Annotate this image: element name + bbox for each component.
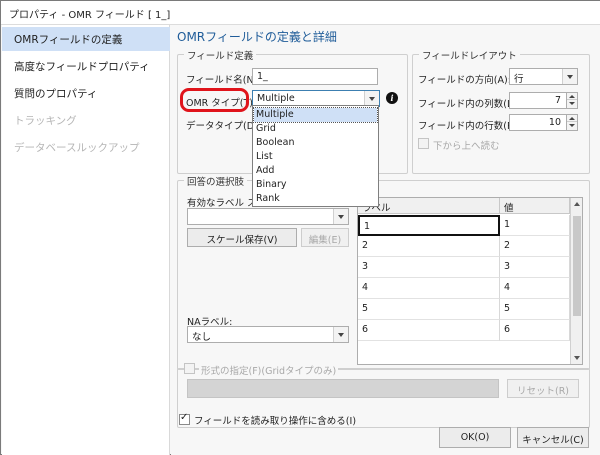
rows-spin-buttons[interactable] (566, 114, 578, 131)
info-icon[interactable]: i (386, 92, 398, 104)
highlight-ring (180, 88, 249, 112)
table-cell-value[interactable]: 3 (500, 257, 570, 278)
table-header-value[interactable]: 値 (500, 198, 570, 214)
table-cell-value[interactable]: 2 (500, 236, 570, 257)
table-cell-value[interactable]: 6 (500, 320, 570, 341)
spin-up-icon[interactable] (567, 93, 577, 100)
omr-type-option[interactable]: Multiple (253, 107, 378, 123)
table-header-label[interactable]: ラベル (358, 198, 500, 214)
field-direction-value: 行 (514, 74, 524, 85)
valid-labels-label: 有効なラベル ス (187, 198, 257, 209)
chevron-down-icon[interactable] (562, 69, 577, 84)
properties-dialog: プロパティ - OMR フィールド [ 1_] OMRフィールドの定義 高度なフ… (0, 0, 600, 455)
columns-label: フィールド内の列数(L): (418, 99, 520, 110)
rows-label: フィールド内の行数(R): (418, 121, 521, 132)
sidebar-item-advanced-field-properties[interactable]: 高度なフィールドプロパティ (2, 54, 170, 78)
omr-type-option[interactable]: Grid (254, 122, 377, 136)
field-definition-legend: フィールド定義 (184, 48, 257, 62)
field-name-input[interactable]: 1_ (252, 68, 378, 85)
table-cell-label[interactable]: 3 (358, 257, 500, 278)
table-cell-label[interactable]: 4 (358, 278, 500, 299)
spin-down-icon[interactable] (567, 101, 577, 108)
scroll-up-icon[interactable] (574, 202, 580, 206)
choices-table[interactable]: ラベル 値 1 1 2 2 3 3 4 4 5 5 6 6 (357, 197, 583, 365)
valid-labels-select[interactable] (187, 208, 349, 225)
table-cell-label[interactable]: 6 (358, 320, 500, 341)
sidebar-item-omr-field-definition[interactable]: OMRフィールドの定義 (2, 27, 170, 51)
title-bar: プロパティ - OMR フィールド [ 1_] (1, 1, 600, 25)
omr-type-option[interactable]: Add (254, 164, 377, 178)
omr-type-option[interactable]: List (254, 150, 377, 164)
table-cell-value[interactable]: 4 (500, 278, 570, 299)
field-name-label: フィールド名(N): (186, 75, 261, 86)
cancel-button[interactable]: キャンセル(C) (517, 427, 589, 448)
omr-type-option[interactable]: Binary (254, 178, 377, 192)
sidebar-item-database-lookup: データベースルックアップ (14, 142, 140, 154)
na-label-value: なし (192, 332, 212, 343)
omr-type-dropdown[interactable]: Multiple Grid Boolean List Add Binary Ra… (252, 105, 379, 207)
omr-type-value: Multiple (257, 93, 295, 104)
scale-save-button[interactable]: スケール保存(V) (187, 228, 297, 247)
omr-type-option[interactable]: Rank (254, 192, 377, 206)
table-cell-label[interactable]: 5 (358, 299, 500, 320)
reset-button: リセット(R) (507, 379, 579, 398)
edit-button: 編集(E) (301, 228, 349, 247)
na-label-select[interactable]: なし (187, 326, 349, 343)
field-direction-select[interactable]: 行 (509, 68, 578, 85)
table-cell-label[interactable]: 2 (358, 236, 500, 257)
format-checkbox (184, 363, 195, 374)
table-cell-value[interactable]: 5 (500, 299, 570, 320)
scroll-thumb[interactable] (573, 216, 581, 316)
sidebar: OMRフィールドの定義 高度なフィールドプロパティ 質問のプロパティ トラッキン… (2, 25, 170, 455)
answer-choices-legend: 回答の選択肢 (184, 174, 248, 188)
scroll-down-icon[interactable] (574, 356, 580, 360)
bottom-up-checkbox (418, 138, 429, 149)
rows-value: 10 (548, 117, 561, 128)
columns-value: 7 (554, 95, 561, 106)
format-field (187, 379, 499, 398)
table-cell-value[interactable]: 1 (500, 215, 570, 236)
include-in-read-label: フィールドを読み取り操作に含める(I) (194, 416, 357, 427)
columns-spin-buttons[interactable] (566, 92, 578, 109)
bottom-up-label: 下から上へ読む (433, 141, 500, 152)
include-in-read-checkbox[interactable] (179, 412, 190, 425)
sidebar-item-question-properties[interactable]: 質問のプロパティ (2, 81, 170, 105)
chevron-down-icon[interactable] (364, 91, 379, 106)
rows-stepper[interactable]: 10 (509, 114, 578, 131)
table-scrollbar[interactable] (570, 198, 582, 364)
chevron-down-icon[interactable] (333, 209, 348, 224)
sidebar-item-tracking: トラッキング (14, 115, 77, 127)
format-label: 形式の指定(F)(Gridタイプのみ) (199, 363, 339, 377)
table-cell-label[interactable]: 1 (358, 215, 500, 236)
ok-button[interactable]: OK(O) (439, 427, 511, 448)
field-layout-legend: フィールドレイアウト (419, 48, 520, 62)
field-direction-label: フィールドの方向(A): (418, 75, 511, 86)
page-title: OMRフィールドの定義と詳細 (177, 30, 337, 44)
spin-down-icon[interactable] (567, 123, 577, 130)
data-type-label: データタイプ(D): (186, 121, 261, 132)
spin-up-icon[interactable] (567, 115, 577, 122)
window-title: プロパティ - OMR フィールド [ 1_] (9, 10, 171, 21)
omr-type-option[interactable]: Boolean (254, 136, 377, 150)
columns-stepper[interactable]: 7 (509, 92, 578, 109)
chevron-down-icon[interactable] (333, 327, 348, 342)
